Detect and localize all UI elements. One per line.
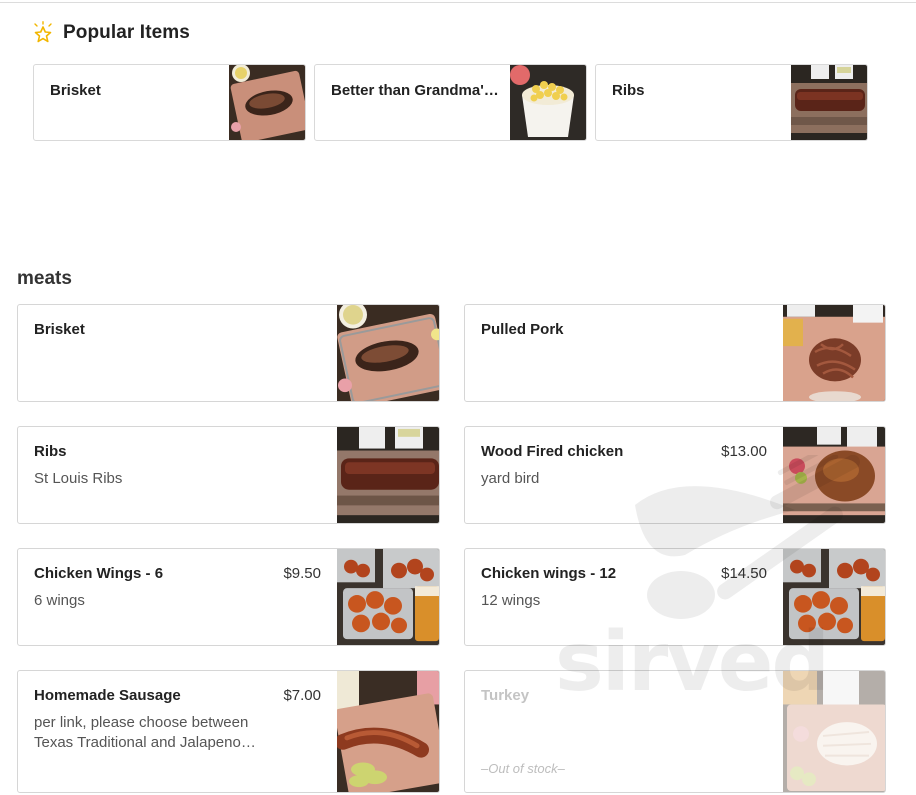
menu-item-turkey: Turkey –Out of stock– (464, 670, 886, 793)
brisket-photo (337, 305, 439, 401)
menu-item-name: Wood Fired chicken (481, 443, 624, 460)
menu-item-name: Turkey (481, 687, 530, 704)
menu-item-name: Pulled Pork (481, 321, 564, 338)
popular-item-name: Better than Grandma's Mac & Cheese (331, 82, 503, 99)
menu-item-chicken-wings-12[interactable]: Chicken wings - 12 $14.50 12 wings (464, 548, 886, 646)
sausage-photo (337, 671, 439, 792)
pulled-pork-photo (783, 305, 885, 401)
menu-item-chicken-wings-6[interactable]: Chicken Wings - 6 $9.50 6 wings (17, 548, 440, 646)
popular-items-title: Popular Items (63, 22, 190, 43)
chicken-photo (783, 427, 885, 523)
ribs-photo (791, 65, 867, 140)
section-title-meats: meats (17, 268, 72, 289)
menu-item-description: per link, please choose between Texas Tr… (34, 714, 249, 751)
chicken-wings-photo (337, 549, 439, 645)
popular-item-mac-cheese[interactable]: Better than Grandma's Mac & Cheese (314, 64, 587, 141)
mac-cheese-photo (510, 65, 586, 140)
top-divider (0, 2, 916, 3)
menu-item-description: 6 wings (34, 592, 85, 609)
popular-item-ribs[interactable]: Ribs (595, 64, 868, 141)
menu-item-name: Homemade Sausage (34, 687, 181, 704)
menu-item-description: yard bird (481, 470, 540, 487)
menu-item-brisket[interactable]: Brisket (17, 304, 440, 402)
menu-item-pulled-pork[interactable]: Pulled Pork (464, 304, 886, 402)
popular-item-name: Ribs (612, 82, 645, 99)
menu-item-price: $7.00 (283, 687, 321, 704)
menu-item-ribs[interactable]: Ribs St Louis Ribs (17, 426, 440, 524)
menu-item-price: $14.50 (721, 565, 767, 582)
ribs-photo (337, 427, 439, 523)
menu-item-price: $9.50 (283, 565, 321, 582)
popular-item-name: Brisket (50, 82, 101, 99)
brisket-photo (229, 65, 305, 140)
popular-items-header: Popular Items (32, 18, 190, 48)
menu-item-name: Chicken wings - 12 (481, 565, 617, 582)
menu-item-name: Brisket (34, 321, 85, 338)
star-icon (34, 21, 52, 43)
menu-item-wood-fired-chicken[interactable]: Wood Fired chicken $13.00 yard bird (464, 426, 886, 524)
out-of-stock-label: –Out of stock– (481, 761, 565, 776)
turkey-photo (783, 671, 885, 792)
menu-item-description: St Louis Ribs (34, 470, 123, 487)
popular-item-brisket[interactable]: Brisket (33, 64, 306, 141)
menu-item-homemade-sausage[interactable]: Homemade Sausage $7.00 per link, please … (17, 670, 440, 793)
menu-item-description: 12 wings (481, 592, 541, 609)
menu-item-name: Ribs (34, 443, 67, 460)
chicken-wings-photo (783, 549, 885, 645)
menu-item-price: $13.00 (721, 443, 767, 460)
menu-item-name: Chicken Wings - 6 (34, 565, 164, 582)
